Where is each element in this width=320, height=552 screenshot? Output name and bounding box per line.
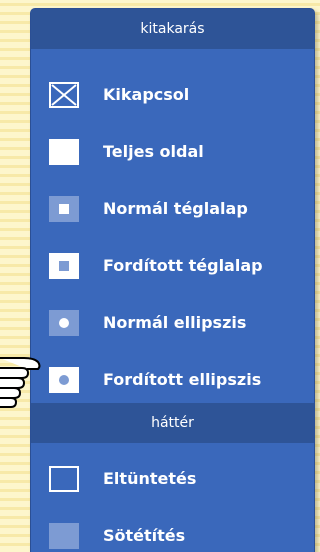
inverted-rectangle-icon [49,253,79,279]
menu-item-normal-rectangle[interactable]: Normál téglalap [31,190,314,230]
menu-item-label: Fordított téglalap [103,256,263,275]
menu-item-darken-background[interactable]: Sötétítés [31,517,314,552]
menu-item-label: Normál téglalap [103,199,248,218]
menu-item-label: Sötétítés [103,526,186,545]
hand-pointer-icon [0,352,42,410]
menu-item-label: Normál ellipszis [103,313,247,332]
menu-item-label: Kikapcsol [103,85,190,104]
normal-ellipse-icon [49,310,79,336]
menu-item-normal-ellipse[interactable]: Normál ellipszis [31,304,314,344]
normal-rectangle-icon [49,196,79,222]
off-x-icon [49,82,79,108]
full-page-icon [49,139,79,165]
menu-item-label: Eltüntetés [103,469,197,488]
mask-menu-panel: kitakarás Kikapcsol Teljes oldal Normál … [30,8,315,552]
section-header-masking: kitakarás [31,9,314,49]
darken-background-icon [49,523,79,549]
menu-item-full-page[interactable]: Teljes oldal [31,133,314,173]
menu-item-hide-background[interactable]: Eltüntetés [31,460,314,500]
menu-item-inverted-rectangle[interactable]: Fordított téglalap [31,247,314,287]
hide-background-icon [49,466,79,492]
menu-item-label: Fordított ellipszis [103,370,262,389]
menu-item-label: Teljes oldal [103,142,204,161]
menu-item-off[interactable]: Kikapcsol [31,76,314,116]
inverted-ellipse-icon [49,367,79,393]
section-header-background: háttér [31,403,314,443]
menu-item-inverted-ellipse[interactable]: Fordított ellipszis [31,361,314,401]
